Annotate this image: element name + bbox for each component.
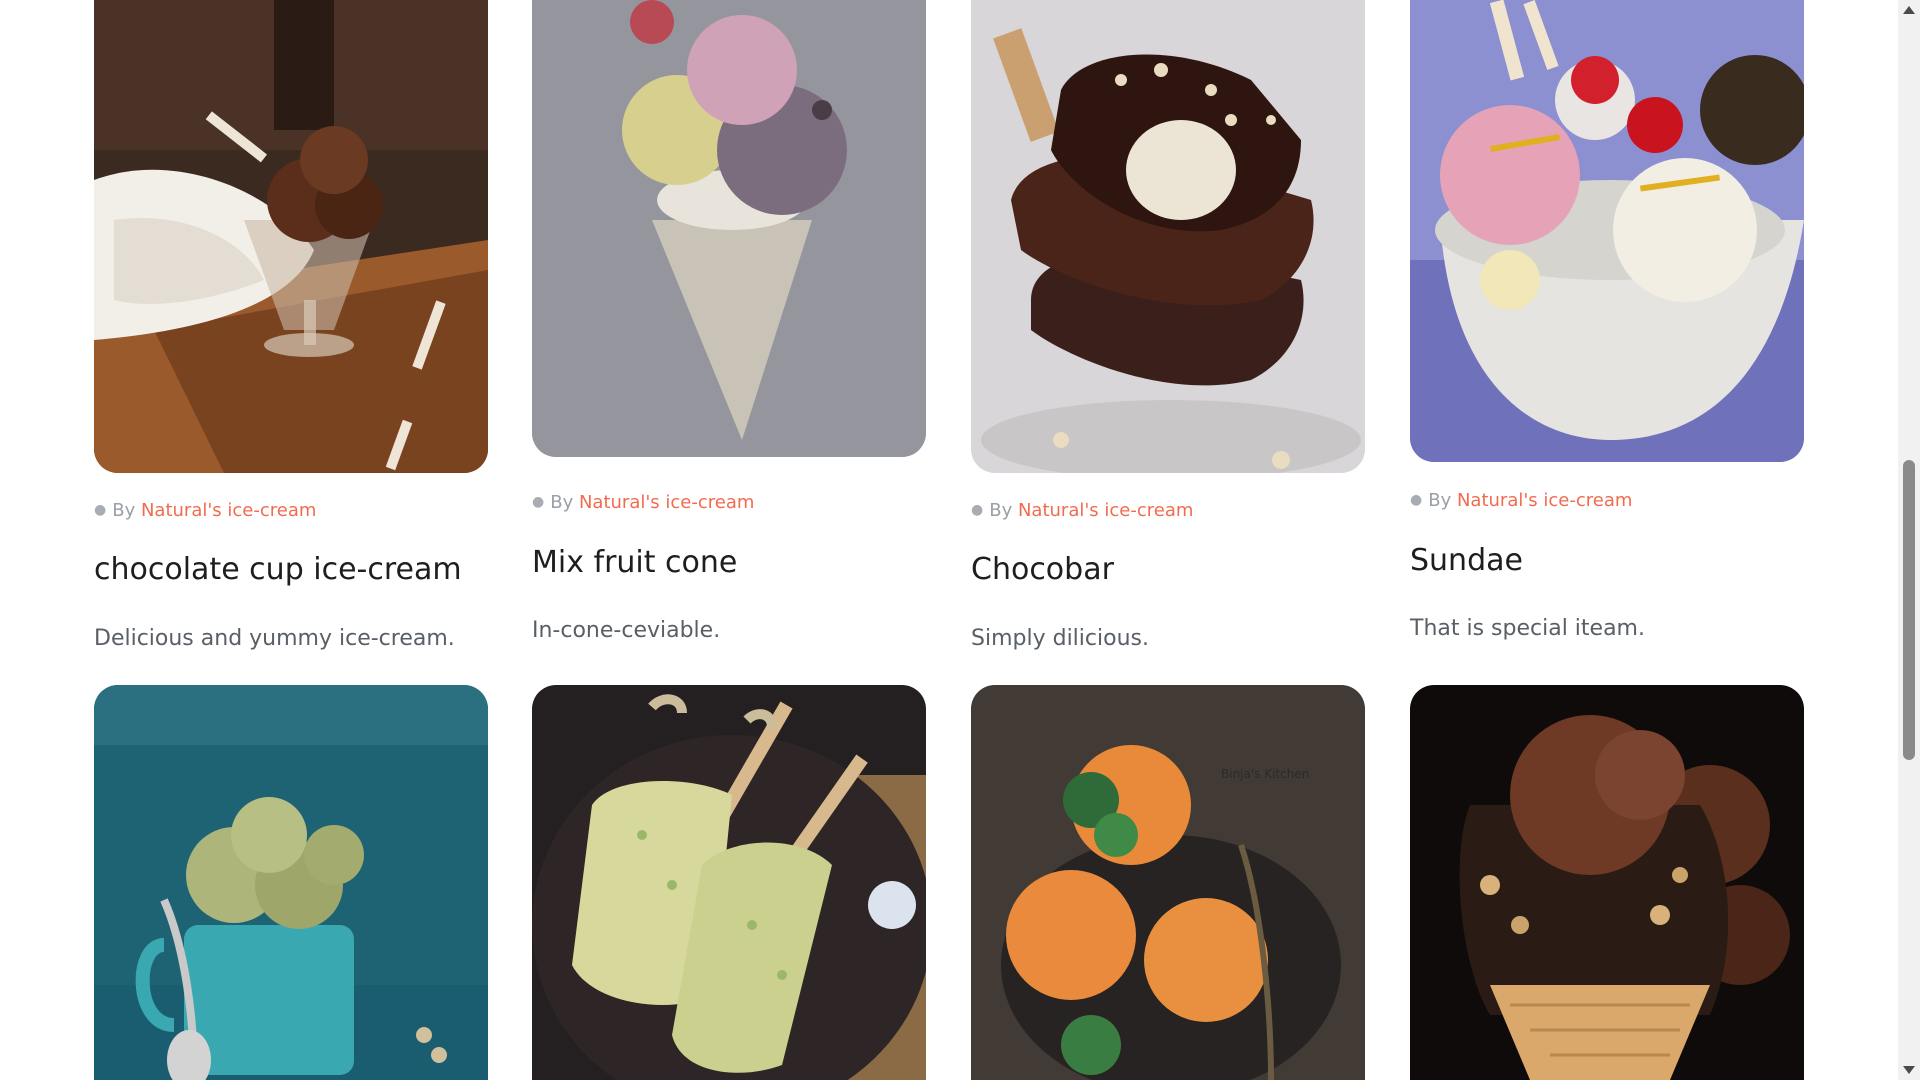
bullet-dot-icon: ● bbox=[1410, 492, 1423, 508]
author-link[interactable]: Natural's ice-cream bbox=[579, 492, 754, 513]
orange-scoops-image[interactable] bbox=[971, 685, 1365, 1080]
triangle-down-icon bbox=[1903, 1066, 1915, 1074]
author-link[interactable]: Natural's ice-cream bbox=[1457, 490, 1632, 511]
author-link[interactable]: Natural's ice-cream bbox=[141, 500, 316, 521]
card-orange[interactable]: Binja's Kitchen bbox=[971, 685, 1365, 1080]
author-link[interactable]: Natural's ice-cream bbox=[1018, 500, 1193, 521]
bullet-dot-icon: ● bbox=[971, 502, 984, 518]
image-watermark: Binja's Kitchen bbox=[1221, 767, 1310, 781]
card-description: Delicious and yummy ice-cream. bbox=[94, 626, 455, 651]
triangle-up-icon bbox=[1903, 6, 1915, 14]
card-title[interactable]: Chocobar bbox=[971, 552, 1114, 587]
mixed-scoop-cone-image[interactable] bbox=[532, 0, 926, 457]
byline: ● By Natural's ice-cream bbox=[94, 500, 317, 521]
kulfi-sticks-image[interactable] bbox=[532, 685, 926, 1080]
vertical-scrollbar[interactable] bbox=[1898, 0, 1920, 1080]
pistachio-mug-image[interactable] bbox=[94, 685, 488, 1080]
chocobar-stack-image[interactable] bbox=[971, 0, 1365, 473]
byline: ● By Natural's ice-cream bbox=[532, 492, 755, 513]
card-title[interactable]: Mix fruit cone bbox=[532, 545, 737, 580]
card-chocolate-cone[interactable] bbox=[1410, 685, 1804, 1080]
card-sundae[interactable]: ● By Natural's ice-cream Sundae That is s… bbox=[1410, 0, 1804, 660]
sundae-bowl-image[interactable] bbox=[1410, 0, 1804, 462]
ice-cream-grid: ● By Natural's ice-cream chocolate cup ic… bbox=[0, 0, 1898, 1080]
card-description: Simply dilicious. bbox=[971, 626, 1149, 651]
bullet-dot-icon: ● bbox=[94, 502, 107, 518]
byline: ● By Natural's ice-cream bbox=[1410, 490, 1633, 511]
card-chocobar[interactable]: ● By Natural's ice-cream Chocobar Simply … bbox=[971, 0, 1365, 660]
scroll-down-button[interactable] bbox=[1898, 1060, 1920, 1080]
card-title[interactable]: chocolate cup ice-cream bbox=[94, 552, 462, 587]
card-chocolate-cup[interactable]: ● By Natural's ice-cream chocolate cup ic… bbox=[94, 0, 488, 660]
bullet-dot-icon: ● bbox=[532, 494, 545, 510]
card-mix-fruit-cone[interactable]: ● By Natural's ice-cream Mix fruit cone I… bbox=[532, 0, 926, 660]
card-description: That is special iteam. bbox=[1410, 616, 1645, 641]
card-title[interactable]: Sundae bbox=[1410, 543, 1523, 578]
byline: ● By Natural's ice-cream bbox=[971, 500, 1194, 521]
card-kulfi[interactable] bbox=[532, 685, 926, 1080]
scroll-up-button[interactable] bbox=[1898, 0, 1920, 20]
chocolate-sundae-glass-image[interactable] bbox=[94, 0, 488, 473]
scroll-thumb[interactable] bbox=[1903, 460, 1915, 760]
card-description: In-cone-ceviable. bbox=[532, 618, 721, 643]
card-pistachio[interactable] bbox=[94, 685, 488, 1080]
chocolate-cone-image[interactable] bbox=[1410, 685, 1804, 1080]
